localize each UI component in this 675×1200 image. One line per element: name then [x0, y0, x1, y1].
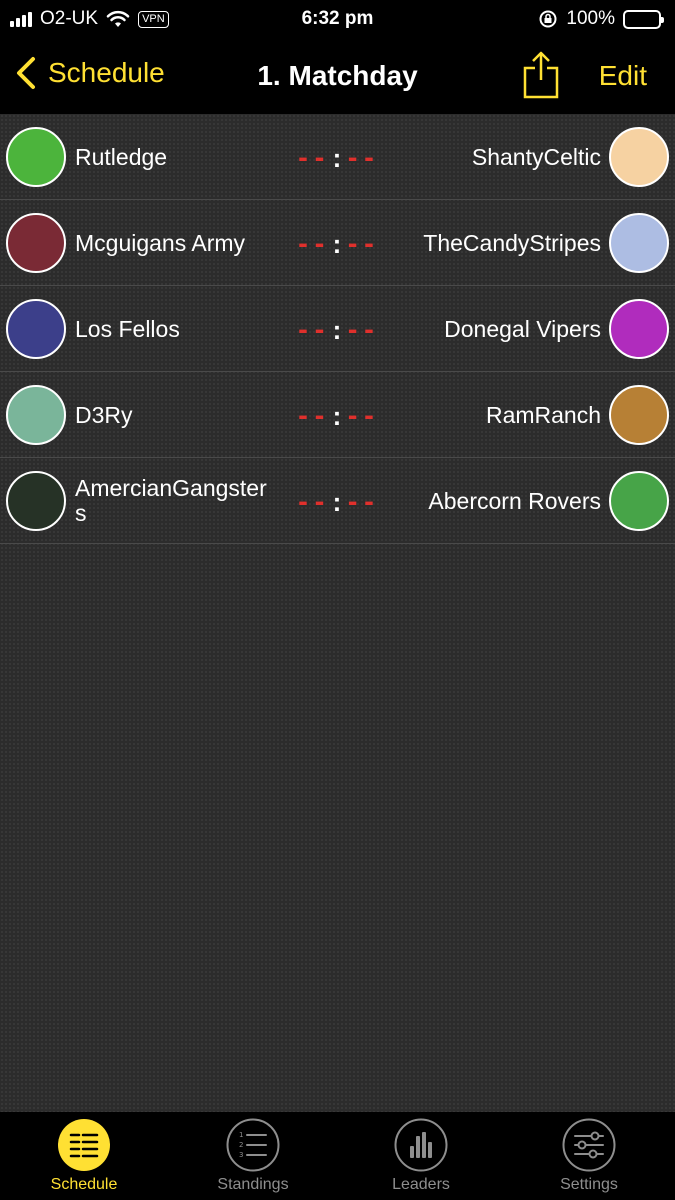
score-display[interactable]: -- : --: [278, 486, 396, 517]
home-team-color-circle: [6, 385, 66, 445]
away-score: --: [345, 144, 379, 172]
away-team-name: ShantyCeltic: [471, 143, 601, 170]
home-team-name: Los Fellos: [75, 315, 180, 342]
away-team-name: RamRanch: [485, 401, 601, 428]
nav-bar: Schedule 1. Matchday Edit: [0, 38, 675, 114]
rotation-lock-icon: [539, 10, 557, 28]
away-score: --: [345, 230, 379, 258]
score-display[interactable]: -- : --: [278, 314, 396, 345]
home-team-color-circle: [6, 471, 66, 531]
home-team-color-circle: [6, 213, 66, 273]
standings-icon: 1 2 3: [226, 1118, 280, 1172]
matchday-list: Rutledge -- : -- ShantyCeltic Mcguigans …: [0, 114, 675, 1112]
score-separator: :: [332, 314, 342, 345]
tab-leaders[interactable]: Leaders: [351, 1118, 491, 1198]
away-team-color-circle: [609, 299, 669, 359]
away-score: --: [345, 316, 379, 344]
edit-button[interactable]: Edit: [599, 60, 647, 92]
home-score: --: [295, 488, 329, 516]
status-bar: O2-UK VPN 6:32 pm 100%: [0, 0, 675, 38]
match-row[interactable]: AmercianGangsters -- : -- Abercorn Rover…: [0, 458, 675, 544]
home-team-color-circle: [6, 127, 66, 187]
tab-label: Schedule: [50, 1176, 118, 1193]
away-score: --: [345, 488, 379, 516]
home-team-name: AmercianGangsters: [75, 475, 267, 526]
match-row[interactable]: Rutledge -- : -- ShantyCeltic: [0, 114, 675, 200]
home-team-name: D3Ry: [75, 401, 133, 428]
leaders-icon: [394, 1118, 448, 1172]
back-button[interactable]: Schedule: [14, 56, 165, 90]
tab-settings[interactable]: Settings: [519, 1118, 659, 1198]
tab-label: Leaders: [392, 1176, 450, 1193]
tab-label: Standings: [217, 1176, 289, 1193]
match-row[interactable]: Los Fellos -- : -- Donegal Vipers: [0, 286, 675, 372]
score-display[interactable]: -- : --: [278, 228, 396, 259]
battery-percent: 100%: [566, 8, 615, 29]
away-team-color-circle: [609, 127, 669, 187]
home-score: --: [295, 230, 329, 258]
match-row[interactable]: D3Ry -- : -- RamRanch: [0, 372, 675, 458]
schedule-icon: [58, 1119, 110, 1171]
home-score: --: [295, 144, 329, 172]
away-team-name: TheCandyStripes: [423, 229, 601, 256]
home-team-name: Rutledge: [75, 143, 168, 170]
away-team-name: Abercorn Rovers: [428, 487, 601, 514]
score-separator: :: [332, 400, 342, 431]
tab-schedule[interactable]: Schedule: [14, 1118, 154, 1198]
score-display[interactable]: -- : --: [278, 400, 396, 431]
tab-standings[interactable]: 1 2 3 Standings: [183, 1118, 323, 1198]
score-separator: :: [332, 142, 342, 173]
away-team-color-circle: [609, 213, 669, 273]
svg-text:1: 1: [239, 1131, 243, 1139]
away-team-color-circle: [609, 471, 669, 531]
score-display[interactable]: -- : --: [278, 142, 396, 173]
away-score: --: [345, 402, 379, 430]
tab-bar: Schedule 1 2 3 Standings Leaders Settings: [0, 1112, 675, 1200]
home-team-color-circle: [6, 299, 66, 359]
battery-icon: [623, 9, 664, 29]
score-separator: :: [332, 228, 342, 259]
svg-text:3: 3: [239, 1151, 243, 1159]
chevron-left-icon: [17, 57, 35, 89]
svg-text:2: 2: [239, 1141, 243, 1149]
home-score: --: [295, 316, 329, 344]
away-team-color-circle: [609, 385, 669, 445]
share-icon[interactable]: [522, 50, 560, 100]
home-score: --: [295, 402, 329, 430]
match-row[interactable]: Mcguigans Army -- : -- TheCandyStripes: [0, 200, 675, 286]
away-team-name: Donegal Vipers: [444, 315, 601, 342]
tab-label: Settings: [560, 1176, 618, 1193]
back-button-label: Schedule: [48, 57, 165, 88]
settings-icon: [562, 1118, 616, 1172]
score-separator: :: [332, 486, 342, 517]
home-team-name: Mcguigans Army: [75, 229, 246, 256]
